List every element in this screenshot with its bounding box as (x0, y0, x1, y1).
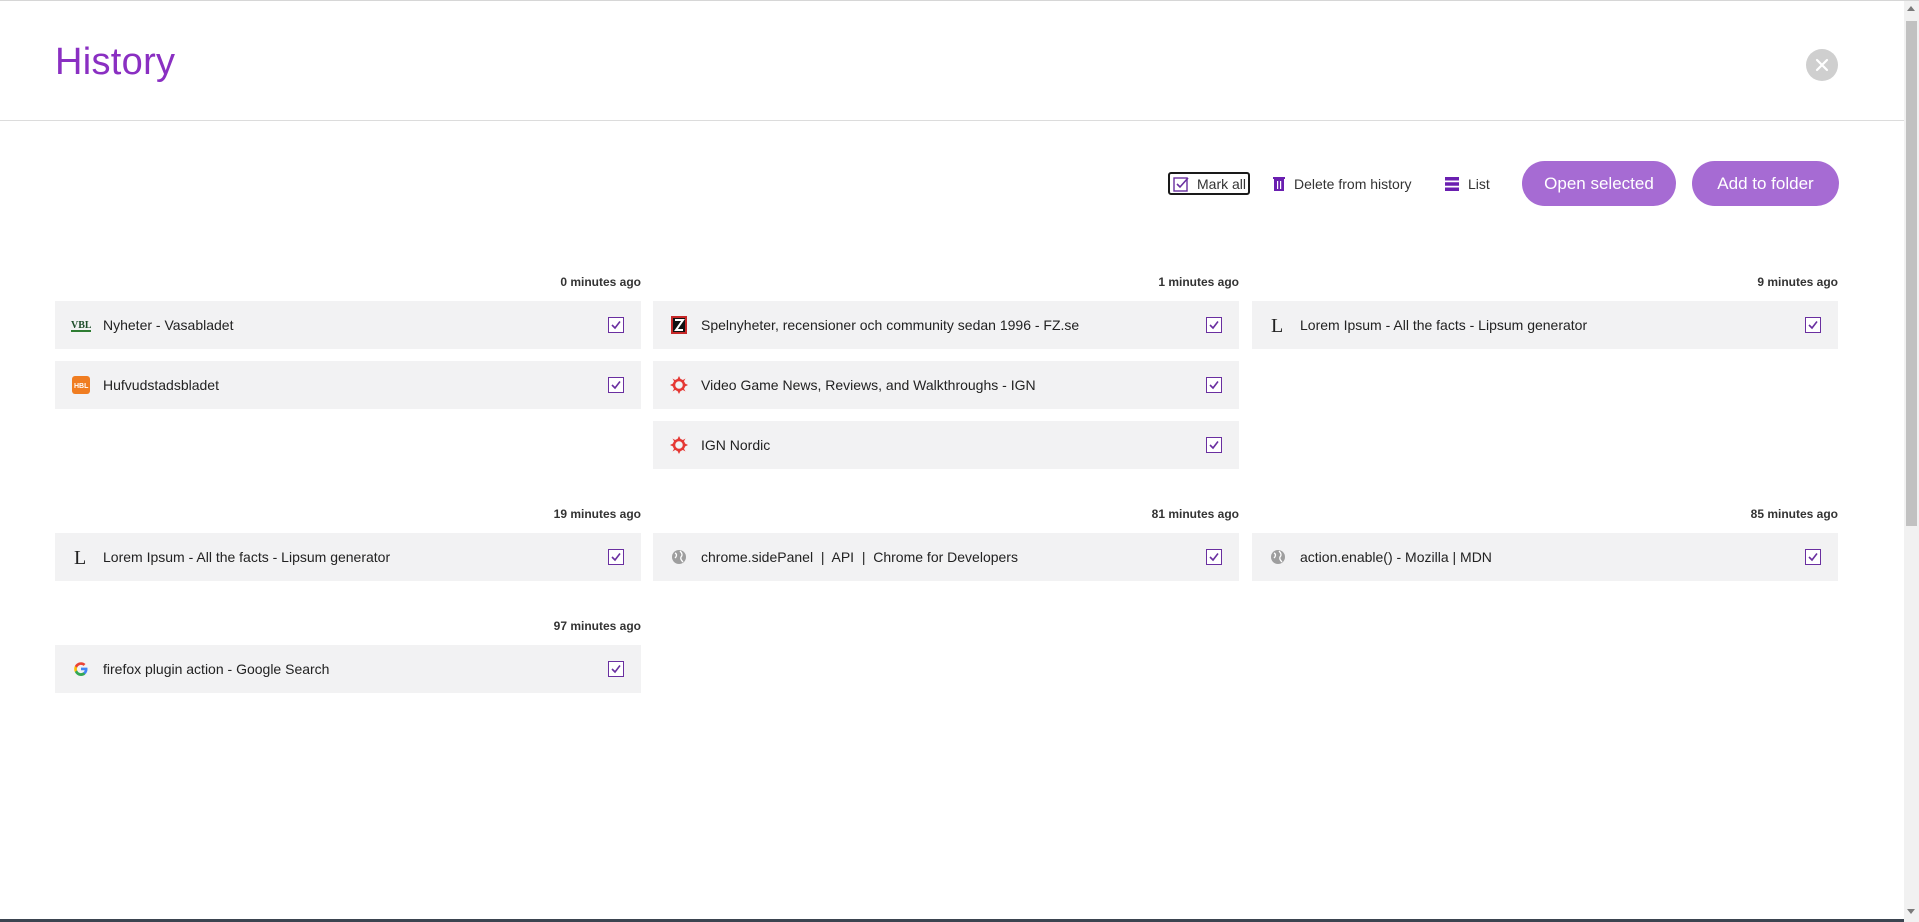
trash-icon (1272, 176, 1286, 192)
check-icon (611, 321, 621, 330)
add-to-folder-label: Add to folder (1717, 173, 1814, 193)
item-title: action.enable() - Mozilla | MDN (1300, 549, 1492, 565)
close-button[interactable] (1806, 49, 1838, 81)
scroll-up-icon[interactable] (1907, 6, 1915, 11)
history-item[interactable]: IGN Nordic (653, 421, 1239, 469)
history-item[interactable]: L Lorem Ipsum - All the facts - Lipsum g… (55, 533, 641, 581)
svg-text:HBL: HBL (74, 383, 89, 390)
item-checkbox[interactable] (1206, 437, 1222, 453)
group-time: 97 minutes ago (553, 619, 641, 633)
check-icon (1209, 441, 1219, 450)
item-title: Lorem Ipsum - All the facts - Lipsum gen… (1300, 317, 1588, 333)
header: History (0, 1, 1904, 121)
open-selected-button[interactable]: Open selected (1522, 161, 1676, 206)
item-checkbox[interactable] (1206, 377, 1222, 393)
item-checkbox[interactable] (1805, 549, 1821, 565)
ign-icon (669, 375, 689, 395)
history-page: History Mark all Delete from history Lis… (0, 0, 1919, 922)
check-icon (611, 381, 621, 390)
open-selected-label: Open selected (1544, 173, 1654, 193)
item-checkbox[interactable] (1206, 549, 1222, 565)
item-checkbox[interactable] (608, 377, 624, 393)
scrollbar-thumb[interactable] (1906, 21, 1917, 526)
mark-all-button[interactable]: Mark all (1168, 172, 1251, 195)
item-title: Video Game News, Reviews, and Walkthroug… (701, 377, 1036, 393)
group-time: 81 minutes ago (1151, 507, 1239, 521)
svg-text:VBL: VBL (71, 320, 91, 331)
mark-all-label: Mark all (1197, 175, 1247, 192)
check-square-icon (1173, 176, 1189, 192)
item-checkbox[interactable] (608, 317, 624, 333)
item-title: Spelnyheter, recensioner och community s… (701, 317, 1080, 333)
history-item[interactable]: L Lorem Ipsum - All the facts - Lipsum g… (1252, 301, 1838, 349)
check-icon (1209, 321, 1219, 330)
globe-icon (1268, 547, 1288, 567)
vbl-icon: VBL (71, 315, 91, 335)
check-icon (1808, 553, 1818, 562)
group-time: 9 minutes ago (1757, 275, 1838, 289)
svg-text:L: L (1271, 315, 1283, 335)
ign-icon (669, 435, 689, 455)
toolbar: Mark all Delete from history List Open s… (0, 161, 1904, 206)
list-icon (1444, 176, 1460, 192)
close-icon (1815, 58, 1829, 72)
globe-icon (669, 547, 689, 567)
history-item[interactable]: action.enable() - Mozilla | MDN (1252, 533, 1838, 581)
history-item[interactable]: HBL Hufvudstadsbladet (55, 361, 641, 409)
history-item[interactable]: Video Game News, Reviews, and Walkthroug… (653, 361, 1239, 409)
scroll-down-icon[interactable] (1907, 909, 1915, 914)
lipsum-icon: L (1268, 315, 1288, 335)
group-time: 19 minutes ago (553, 507, 641, 521)
list-view-button[interactable]: List (1444, 161, 1490, 206)
item-title: Hufvudstadsbladet (103, 377, 219, 393)
group-time: 0 minutes ago (560, 275, 641, 289)
history-item[interactable]: chrome.sidePanel | API | Chrome for Deve… (653, 533, 1239, 581)
item-checkbox[interactable] (1805, 317, 1821, 333)
delete-from-history-button[interactable]: Delete from history (1272, 161, 1411, 206)
group-time: 85 minutes ago (1750, 507, 1838, 521)
item-checkbox[interactable] (608, 661, 624, 677)
svg-text:L: L (74, 547, 86, 567)
item-title: IGN Nordic (701, 437, 771, 453)
group-time: 1 minutes ago (1158, 275, 1239, 289)
item-title: firefox plugin action - Google Search (103, 661, 330, 677)
lipsum-icon: L (71, 547, 91, 567)
check-icon (1209, 381, 1219, 390)
item-checkbox[interactable] (608, 549, 624, 565)
history-item[interactable]: Spelnyheter, recensioner och community s… (653, 301, 1239, 349)
item-title: chrome.sidePanel | API | Chrome for Deve… (701, 549, 1018, 565)
item-title: Lorem Ipsum - All the facts - Lipsum gen… (103, 549, 391, 565)
history-item[interactable]: firefox plugin action - Google Search (55, 645, 641, 693)
hbl-icon: HBL (71, 375, 91, 395)
check-icon (1808, 321, 1818, 330)
delete-label: Delete from history (1294, 175, 1412, 192)
item-title: Nyheter - Vasabladet (103, 317, 234, 333)
item-checkbox[interactable] (1206, 317, 1222, 333)
page-title: History (55, 41, 176, 83)
check-icon (1209, 553, 1219, 562)
list-label: List (1468, 175, 1490, 192)
check-icon (611, 553, 621, 562)
fz-icon (669, 315, 689, 335)
google-icon (71, 659, 91, 679)
check-icon (611, 665, 621, 674)
history-item[interactable]: VBL Nyheter - Vasabladet (55, 301, 641, 349)
add-to-folder-button[interactable]: Add to folder (1692, 161, 1839, 206)
